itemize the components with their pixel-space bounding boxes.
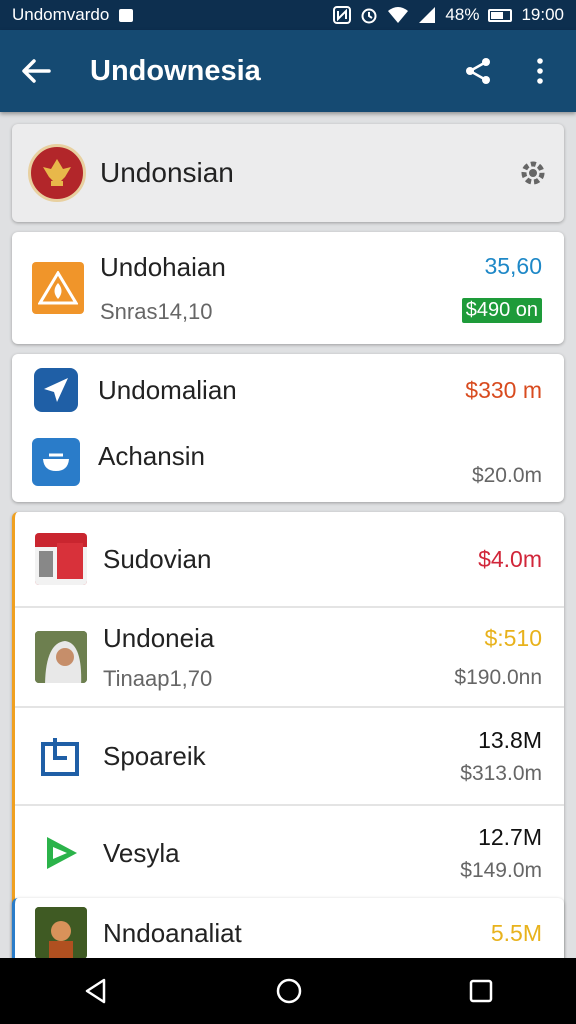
item-name: Undoneia (103, 622, 215, 653)
gear-icon[interactable] (518, 158, 548, 188)
notification-icon (119, 8, 134, 22)
item-value: 12.7M (478, 823, 542, 850)
item-value-secondary: $20.0m (471, 464, 542, 487)
stat-card-2[interactable]: Undomalian $330 m Achansin $20.0m (12, 354, 564, 502)
item-subtitle: Snras14,10 (100, 298, 213, 324)
country-name: Undonsian (100, 157, 234, 188)
item-value: 35,60 (484, 253, 542, 279)
item-value: 13.8M (478, 726, 542, 753)
system-nav-bar (0, 958, 576, 1024)
nav-back-icon[interactable] (82, 977, 110, 1005)
item-name: Spoareik (103, 740, 206, 771)
stat-card-4[interactable]: Nndoanaliat 5.5M (12, 898, 564, 958)
send-icon (34, 368, 78, 412)
arrow-left-icon (22, 59, 51, 83)
list-item[interactable]: Sudovian $4.0m (15, 512, 564, 606)
item-value-secondary: $313.0m (460, 761, 542, 785)
list-item[interactable]: Undoneia Tinaap1,70 $:510 $190.0nn (15, 608, 564, 706)
fire-warning-icon (32, 262, 84, 314)
nav-home-icon[interactable] (275, 977, 303, 1005)
country-header-card[interactable]: Undonsian (12, 124, 564, 222)
list-item[interactable]: Vesyla 12.7M $149.0m (15, 806, 564, 900)
page-title: Undownesia (90, 54, 261, 87)
stat-list-card: Sudovian $4.0m Undoneia Tinaap1,70 $:510… (12, 512, 564, 958)
list-item[interactable]: Nndoanaliat 5.5M (15, 898, 564, 958)
alarm-icon (361, 8, 377, 24)
item-name: Achansin (98, 440, 205, 471)
nfc-icon (333, 6, 352, 24)
item-value-secondary: $190.0nn (454, 665, 542, 689)
battery-percent: 48% (445, 5, 480, 24)
clock: 19:00 (521, 5, 564, 24)
play-icon (35, 827, 87, 879)
clipboard-icon (35, 730, 87, 782)
content-area: Undonsian Undohaian Snras14,10 35,60 $49… (0, 112, 576, 958)
status-bar: Undomvardo 48% 19:00 (0, 0, 576, 30)
item-value: $4.0m (478, 545, 542, 572)
item-value-secondary: $149.0m (460, 858, 542, 882)
item-value: $330 m (465, 376, 542, 403)
share-icon (466, 58, 490, 84)
back-button[interactable] (16, 51, 56, 91)
list-item[interactable]: Undomalian $330 m (12, 354, 564, 426)
value-badge: $490 on (461, 298, 542, 323)
person-photo-icon (35, 631, 87, 683)
item-name: Undohaian (100, 251, 226, 282)
share-button[interactable] (458, 51, 498, 91)
poster-thumbnail-icon (35, 907, 87, 958)
battery-icon (488, 8, 513, 22)
item-value: $:510 (484, 624, 542, 651)
item-value: 5.5M (490, 919, 542, 946)
item-subtitle: Tinaap1,70 (103, 665, 213, 691)
list-item[interactable]: Spoareik 13.8M $313.0m (15, 708, 564, 804)
news-thumbnail-icon (35, 533, 87, 585)
app-bar: Undownesia (0, 30, 576, 112)
list-item[interactable]: Achansin $20.0m (12, 426, 564, 498)
wifi-icon (388, 7, 409, 23)
more-vertical-icon (537, 58, 543, 84)
stat-card-1[interactable]: Undohaian Snras14,10 35,60 $490 on (12, 232, 564, 344)
list-item[interactable]: Undohaian Snras14,10 35,60 $490 on (12, 232, 564, 344)
item-name: Nndoanaliat (103, 917, 242, 948)
item-name: Sudovian (103, 543, 212, 574)
more-options-button[interactable] (520, 51, 560, 91)
status-left-text: Undomvardo (12, 5, 110, 24)
item-name: Undomalian (98, 374, 237, 405)
emblem-icon (28, 144, 86, 202)
nav-recent-apps-icon[interactable] (468, 978, 494, 1004)
signal-icon (419, 7, 436, 23)
food-bowl-icon (32, 438, 80, 486)
item-name: Vesyla (103, 837, 180, 868)
